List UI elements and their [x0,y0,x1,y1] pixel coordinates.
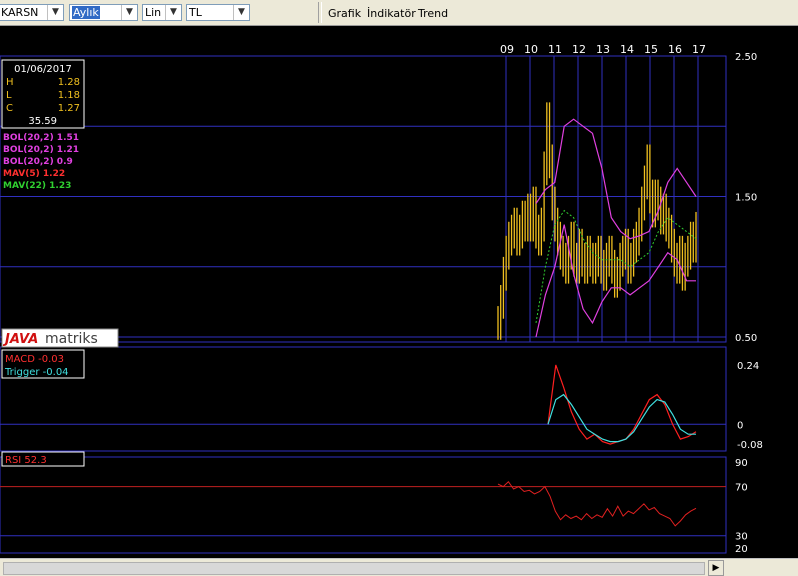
menu-indikator[interactable]: İndikatör [367,7,416,20]
toolbar: KARSN ▼ Aylık ▼ Lin ▼ TL ▼ Grafik İndika… [0,0,798,26]
currency-value: TL [189,6,202,19]
symbol-select[interactable]: KARSN ▼ [0,4,64,21]
price-y-tick: 2.50 [735,52,757,63]
x-tick-label: 17 [692,43,706,56]
x-tick-label: 12 [572,43,586,56]
price-candles [497,102,697,340]
info-date: 01/06/2017 [14,64,72,75]
horizontal-scrollbar[interactable]: ▶ [0,558,798,576]
trigger-line [547,393,696,443]
x-tick-label: 09 [500,43,514,56]
rsi-line [497,480,697,527]
info-low-label: L [6,90,12,101]
x-tick-label: 11 [548,43,562,56]
info-close-label: C [6,103,13,114]
chevron-down-icon[interactable]: ▼ [233,5,249,20]
macd-line [547,364,697,445]
legend-bol-mid: BOL(20,2) 1.21 [3,145,79,155]
toolbar-separator [318,2,322,23]
price-y-tick: 0.50 [735,333,757,344]
rsi-legend: RSI 52.3 [1,451,85,467]
info-low-value: 1.18 [58,90,80,101]
period-select[interactable]: Aylık ▼ [69,4,138,21]
x-axis-labels: 09 10 11 12 13 14 15 16 17 [500,43,706,56]
price-y-tick: 1.50 [735,193,757,204]
scrollbar-track[interactable] [3,562,705,575]
x-tick-label: 16 [668,43,682,56]
legend-mav5: MAV(5) 1.22 [3,169,65,179]
legend-bol-upper: BOL(20,2) 1.51 [3,133,79,143]
symbol-value: KARSN [1,6,39,19]
javamatriks-logo: JAVA matriks [1,328,119,348]
info-close-value: 1.27 [58,103,80,114]
legend-macd: MACD -0.03 [5,354,64,365]
info-high-label: H [6,77,14,88]
rsi-y-tick: 20 [735,544,748,555]
macd-y-tick: 0 [737,420,743,431]
menu-trend[interactable]: Trend [418,7,448,20]
period-value: Aylık [72,6,100,19]
legend-mav22: MAV(22) 1.23 [3,181,71,191]
scroll-right-icon[interactable]: ▶ [708,560,724,576]
info-high-value: 1.28 [58,77,80,88]
x-tick-label: 14 [620,43,634,56]
x-tick-label: 15 [644,43,658,56]
price-panel [0,55,727,343]
legend-bol-lower: BOL(20,2) 0.9 [3,157,73,167]
chart-area[interactable]: 09 10 11 12 13 14 15 16 17 2.50 1.50 0.50 0.24 0 -0.0… [0,25,798,558]
info-volume: 35.59 [28,116,57,127]
x-tick-label: 10 [524,43,538,56]
y-axis-labels: 2.50 1.50 0.50 0.24 0 -0.08 90 70 3020 [735,52,763,555]
macd-legend: MACD -0.03 Trigger -0.04 [1,349,85,379]
scale-select[interactable]: Lin ▼ [142,4,182,21]
currency-select[interactable]: TL ▼ [186,4,250,21]
chevron-down-icon[interactable]: ▼ [165,5,181,20]
scale-value: Lin [145,6,162,19]
price-legend: BOL(20,2) 1.51 BOL(20,2) 1.21 BOL(20,2) … [3,133,79,191]
legend-trigger: Trigger -0.04 [4,367,69,378]
macd-panel [0,346,727,452]
macd-y-tick: -0.08 [737,440,763,451]
rsi-panel [0,456,727,554]
macd-y-tick: 0.24 [737,361,759,372]
logo-part1: JAVA [2,332,38,347]
chevron-down-icon[interactable]: ▼ [47,5,63,20]
rsi-y-tick: 70 [735,483,748,494]
chevron-down-icon[interactable]: ▼ [121,5,137,20]
x-tick-label: 13 [596,43,610,56]
info-box: 01/06/2017 H 1.28 L 1.18 C 1.27 35.59 [1,59,85,129]
rsi-y-tick: 90 [735,458,748,469]
menu-grafik[interactable]: Grafik [328,7,361,20]
logo-part2: matriks [45,331,98,347]
legend-rsi: RSI 52.3 [5,455,47,466]
rsi-y-tick: 30 [735,532,748,543]
